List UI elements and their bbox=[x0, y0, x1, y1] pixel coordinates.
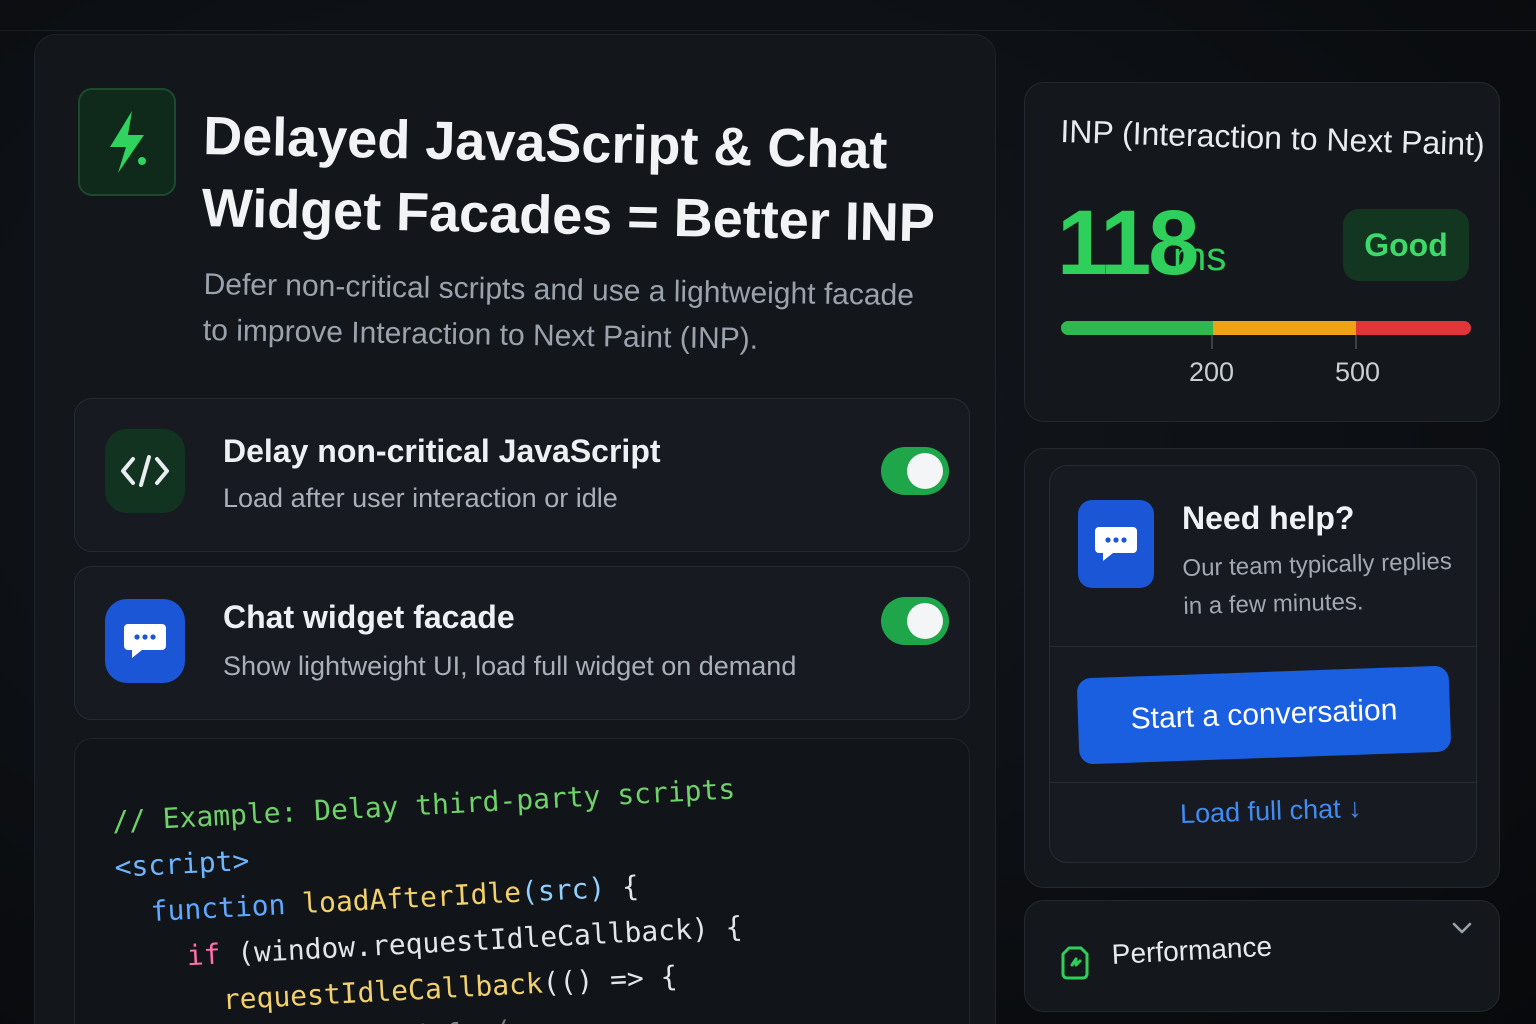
inp-metric-card: INP (Interaction to Next Paint) 118 ms G… bbox=[1024, 82, 1500, 422]
option-card-chat-facade: Chat widget facade Show lightweight UI, … bbox=[74, 566, 970, 720]
chat-facade-panel: Need help? Our team typically replies in… bbox=[1024, 448, 1500, 888]
gauge-tick bbox=[1355, 335, 1357, 349]
toggle-knob bbox=[907, 453, 943, 489]
option-subtitle: Show lightweight UI, load full widget on… bbox=[223, 651, 797, 681]
help-title: Need help? bbox=[1182, 500, 1355, 536]
page-subtitle: Defer non-critical scripts and use a lig… bbox=[202, 267, 915, 356]
bolt-icon bbox=[78, 88, 176, 196]
delay-js-toggle[interactable] bbox=[881, 447, 949, 495]
code-brace: { bbox=[604, 869, 640, 905]
status-badge: Good bbox=[1343, 209, 1469, 281]
option-title: Delay non-critical JavaScript bbox=[223, 433, 661, 469]
load-full-chat-link[interactable]: Load full chat ↓ bbox=[1180, 793, 1363, 830]
chat-facade-card: Need help? Our team typically replies in… bbox=[1049, 465, 1477, 863]
option-card-delay-js: Delay non-critical JavaScript Load after… bbox=[74, 398, 970, 552]
code-arrow: (() => { bbox=[541, 959, 679, 1000]
app-window: Delayed JavaScript & Chat Widget Facades… bbox=[0, 0, 1536, 1024]
start-conversation-button[interactable]: Start a conversation bbox=[1076, 665, 1452, 765]
inp-title: INP (Interaction to Next Paint) bbox=[1059, 113, 1486, 163]
code-call: requestIdleCallback bbox=[221, 966, 544, 1017]
code-icon bbox=[105, 429, 185, 513]
option-subtitle: Load after user interaction or idle bbox=[223, 483, 618, 513]
code-comment: // Example: Delay third-party scripts bbox=[111, 772, 736, 838]
performance-label: Performance bbox=[1111, 930, 1273, 970]
toggle-knob bbox=[907, 603, 943, 639]
code-block: // Example: Delay third-party scripts <s… bbox=[111, 766, 748, 1024]
inp-unit: ms bbox=[1173, 235, 1227, 279]
gauge-good-segment bbox=[1061, 321, 1213, 335]
help-subtitle: Our team typically replies in a few minu… bbox=[1182, 547, 1453, 620]
code-if: if bbox=[185, 937, 222, 973]
code-fragment: ...ifiedefer( bbox=[292, 1014, 513, 1024]
performance-accordion[interactable]: Performance bbox=[1024, 900, 1500, 1012]
option-title: Chat widget facade bbox=[223, 599, 515, 635]
gauge-icon bbox=[1061, 946, 1089, 980]
code-function-name: loadAfterIdle bbox=[301, 875, 522, 921]
inp-gauge bbox=[1061, 321, 1471, 335]
divider bbox=[1050, 646, 1476, 647]
code-example: // Example: Delay third-party scripts <s… bbox=[74, 738, 970, 1024]
gauge-needs-improvement-segment bbox=[1212, 321, 1357, 335]
code-keyword: function bbox=[149, 888, 287, 929]
gauge-tick-label: 200 bbox=[1189, 357, 1235, 387]
chat-facade-toggle[interactable] bbox=[881, 597, 949, 645]
page-title: Delayed JavaScript & Chat Widget Facades… bbox=[201, 105, 936, 254]
gauge-tick bbox=[1211, 335, 1213, 349]
code-script-tag: <script> bbox=[113, 843, 251, 884]
divider bbox=[1050, 782, 1476, 783]
gauge-poor-segment bbox=[1356, 321, 1471, 335]
top-bar bbox=[0, 0, 1536, 31]
code-param: (src) bbox=[520, 871, 607, 909]
chat-icon bbox=[105, 599, 185, 683]
chat-icon bbox=[1078, 500, 1154, 588]
gauge-tick-label: 500 bbox=[1335, 357, 1381, 387]
chevron-down-icon[interactable] bbox=[1449, 915, 1475, 941]
